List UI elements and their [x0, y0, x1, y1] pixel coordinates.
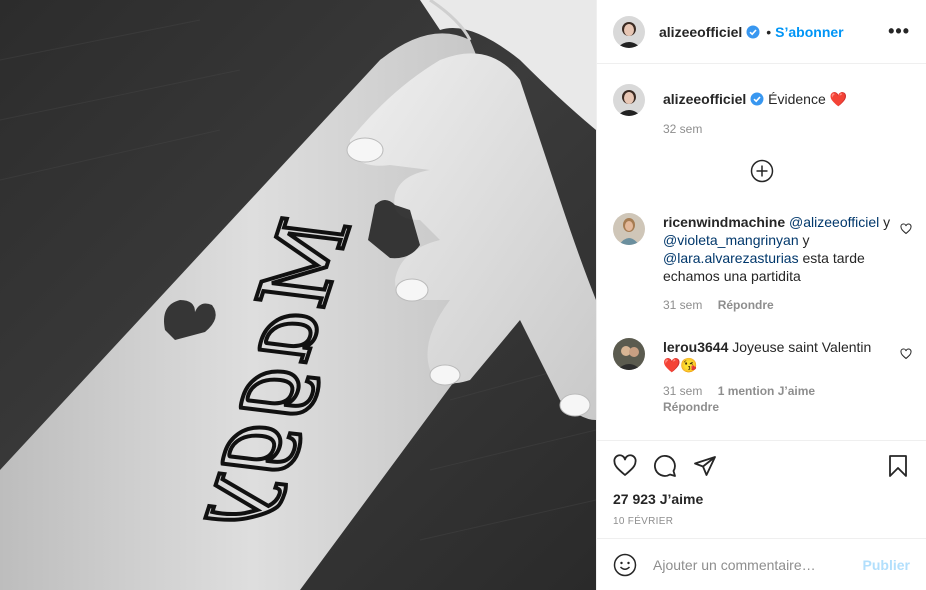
like-heart-icon[interactable] [613, 454, 637, 478]
caption-time[interactable]: 32 sem [663, 122, 702, 136]
separator-dot: • [766, 23, 772, 40]
avatar[interactable] [613, 213, 645, 245]
avatar[interactable] [613, 84, 645, 116]
verified-badge-icon [750, 92, 764, 106]
comment-time[interactable]: 31 sem [663, 298, 702, 312]
reply-button[interactable]: Répondre [718, 298, 774, 312]
comment-icon[interactable] [653, 454, 677, 478]
comment-time[interactable]: 31 sem [663, 384, 702, 398]
post-side-panel: alizeeofficiel • S’abonner ••• alizeeoff… [596, 0, 926, 590]
more-options-icon[interactable]: ••• [888, 21, 910, 42]
add-comment-bar: Publier [597, 538, 926, 590]
mention-link[interactable]: @alizeeofficiel [789, 214, 879, 230]
save-bookmark-icon[interactable] [886, 454, 910, 478]
list-item: ricenwindmachine @alizeeofficiel y @viol… [613, 213, 912, 312]
follow-button[interactable]: S’abonner [775, 24, 843, 40]
caption: alizeeofficiel Évidence ❤️ 32 sem [613, 84, 910, 136]
comment-like-heart-icon[interactable] [900, 223, 912, 235]
post-photo[interactable]: Maggy [0, 0, 596, 590]
comment-input[interactable] [653, 556, 863, 573]
post-header: alizeeofficiel • S’abonner ••• [597, 0, 926, 64]
reply-button[interactable]: Répondre [663, 400, 719, 414]
mention-link[interactable]: @violeta_mangrinyan [663, 232, 799, 248]
header-username[interactable]: alizeeofficiel [659, 24, 742, 40]
emoji-icon[interactable] [613, 553, 637, 577]
comment-username[interactable]: ricenwindmachine [663, 214, 785, 230]
publish-button[interactable]: Publier [863, 557, 910, 573]
comment-likes-count[interactable]: 1 mention J’aime [718, 384, 815, 398]
post-actions: 27 923 J’aime 10 FÉVRIER [597, 440, 926, 538]
mention-link[interactable]: @lara.alvarezasturias [663, 250, 799, 266]
comment-text-separator: y [798, 232, 810, 248]
comment-username[interactable]: lerou3644 [663, 339, 728, 355]
caption-username[interactable]: alizeeofficiel [663, 91, 746, 107]
load-more-comments-icon[interactable] [750, 159, 774, 183]
likes-count[interactable]: 27 923 J’aime [613, 491, 910, 507]
share-icon[interactable] [693, 454, 717, 478]
load-more-comments[interactable] [613, 159, 910, 183]
comment-text-separator: y [879, 214, 891, 230]
list-item: lerou3644 Joyeuse saint Valentin ❤️😘 31 … [613, 338, 912, 414]
post-date[interactable]: 10 FÉVRIER [613, 516, 910, 527]
avatar[interactable] [613, 338, 645, 370]
avatar[interactable] [613, 15, 645, 48]
comments-list[interactable]: alizeeofficiel Évidence ❤️ 32 sem ricenw… [597, 64, 926, 440]
comment-like-heart-icon[interactable] [900, 348, 912, 360]
verified-badge-icon [746, 25, 760, 38]
caption-text: Évidence ❤️ [768, 91, 848, 107]
